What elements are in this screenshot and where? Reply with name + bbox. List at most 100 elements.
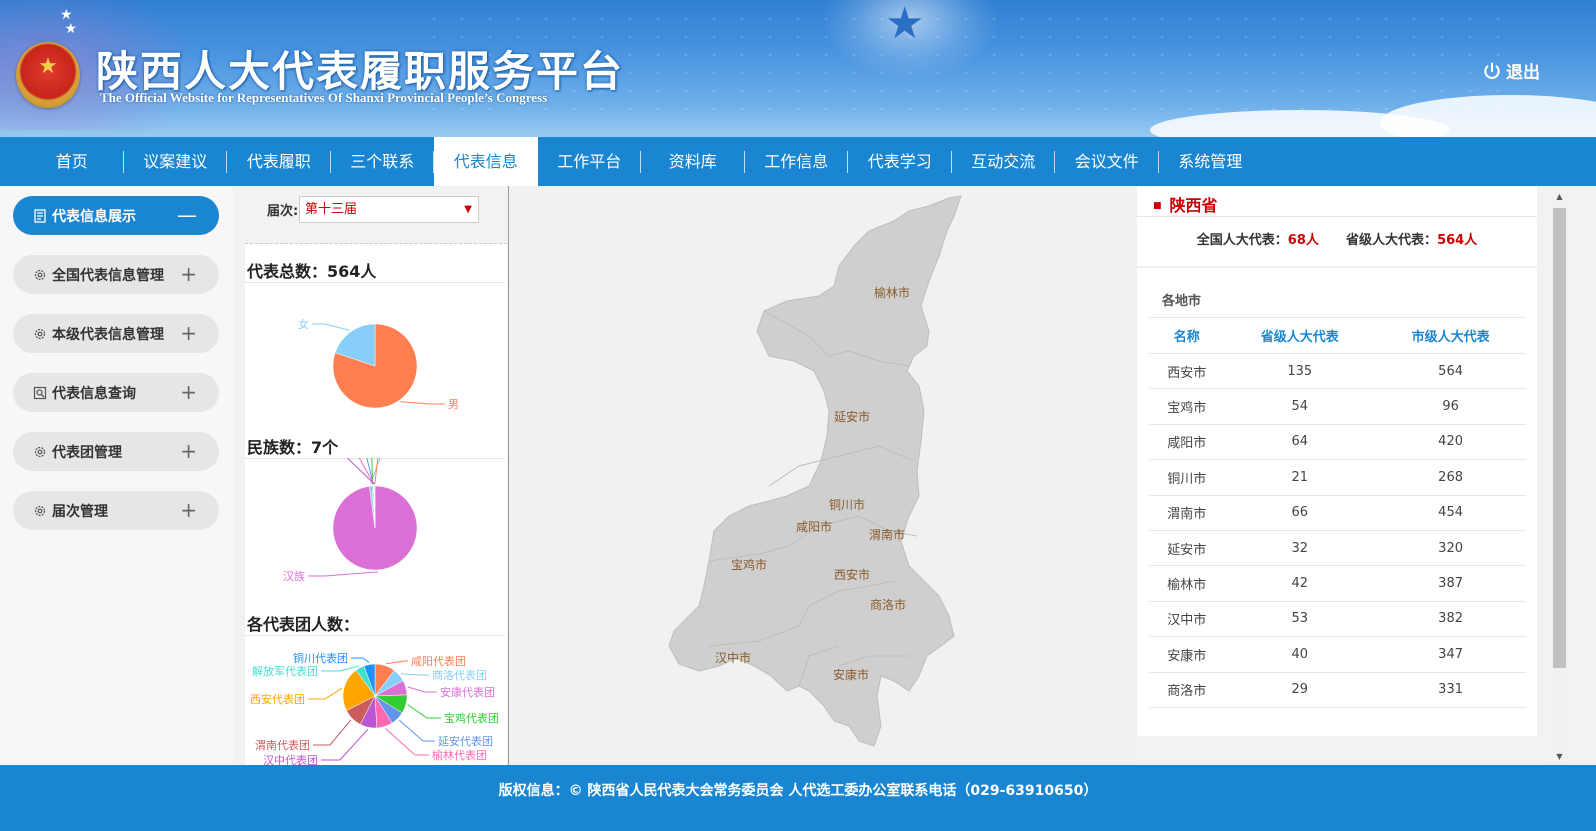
nav-item[interactable]: 工作平台 (538, 137, 642, 186)
table-cell: 347 (1375, 636, 1526, 673)
pie-label-line (407, 686, 437, 693)
pie-label: 解放军代表团 (252, 664, 318, 678)
table-row: 西安市 135 564 (1149, 353, 1526, 390)
expand-icon[interactable]: + (180, 264, 197, 284)
stats-panel: 届次: 第十三届 ▼ 代表总数：564人 男女 民族数：7个 汉族回族满族维吾尔… (245, 186, 507, 765)
ethnic-count-heading: 民族数：7个 (247, 438, 339, 457)
pie-label-line (385, 660, 408, 665)
table-cell: 54 (1224, 388, 1376, 425)
table-cell: 40 (1224, 636, 1376, 673)
map-label[interactable]: 商洛市 (870, 596, 906, 613)
scroll-thumb[interactable] (1553, 208, 1566, 668)
delegation-pie-chart: 咸阳代表团商洛代表团安康代表团宝鸡代表团延安代表团榆林代表团 汉中代表团渭南代表团… (250, 651, 499, 765)
sidebar-item-local-rep-mgmt[interactable]: 本级代表信息管理 + (13, 314, 219, 353)
pie-label-line (308, 571, 378, 577)
sidebar-item-label: 代表信息查询 (52, 385, 136, 402)
sidebar-item-label: 全国代表信息管理 (52, 267, 164, 284)
power-icon (1484, 61, 1500, 79)
table-row: 铜川市 21 268 (1149, 459, 1526, 496)
sidebar-item-national-rep-mgmt[interactable]: 全国代表信息管理 + (13, 255, 219, 294)
pie-label: 渭南代表团 (255, 738, 310, 752)
logout-label: 退出 (1506, 63, 1540, 83)
national-emblem-logo: ★ (16, 42, 80, 108)
nav-item[interactable]: 代表学习 (848, 137, 952, 186)
nav-item[interactable]: 资料库 (641, 137, 745, 186)
nav-item[interactable]: 系统管理 (1159, 137, 1263, 186)
sidebar-item-rep-info-display[interactable]: 代表信息展示 — (13, 196, 219, 235)
session-filter: 届次: 第十三届 ▼ (245, 186, 507, 244)
table-cell: 268 (1375, 459, 1526, 496)
nav-item[interactable]: 代表信息 (434, 137, 538, 186)
table-cell: 咸阳市 (1149, 424, 1225, 461)
session-select-value: 第十三届 (305, 202, 358, 217)
header-banner: ★ ★ ★ ★ 陕西人大代表履职服务平台 The Official Websit… (0, 0, 1596, 140)
gender-pie-chart: 男女 (298, 317, 459, 411)
logout-button[interactable]: 退出 (1482, 58, 1540, 83)
footer: 版权信息：© 陕西省人民代表大会常务委员会 人代选工委办公室联系电话（029-6… (0, 765, 1596, 831)
table-row: 榆林市 42 387 (1149, 565, 1526, 602)
scroll-up-icon[interactable]: ▲ (1551, 192, 1568, 201)
expand-icon[interactable]: + (180, 441, 197, 461)
sidebar-item-label: 届次管理 (52, 503, 108, 520)
pie-label-line (312, 323, 350, 331)
table-cell: 42 (1224, 565, 1376, 602)
table-row: 延安市 32 320 (1149, 530, 1526, 567)
table-cell: 454 (1375, 495, 1526, 531)
table-cell: 96 (1375, 388, 1526, 425)
map-label[interactable]: 宝鸡市 (731, 556, 767, 573)
table-cell: 榆林市 (1149, 565, 1225, 602)
map-label[interactable]: 铜川市 (829, 496, 865, 513)
map-label[interactable]: 渭南市 (869, 526, 905, 543)
map-label[interactable]: 榆林市 (874, 284, 910, 301)
pie-label-line (400, 401, 445, 405)
session-label: 届次: (267, 204, 299, 219)
nav-item[interactable]: 首页 (20, 137, 124, 186)
main-nav: 首页 议案建议 代表履职 三个联系 代表信息 工作平台 资料库 工作信息 代表学习 互动交流 会议文… (0, 137, 1596, 186)
table-cell: 渭南市 (1149, 495, 1225, 531)
nav-item[interactable]: 三个联系 (331, 137, 435, 186)
collapse-icon[interactable]: — (177, 205, 197, 225)
session-select[interactable]: 第十三届 ▼ (299, 196, 479, 223)
scroll-down-icon[interactable]: ▼ (1551, 752, 1568, 761)
expand-icon[interactable]: + (180, 382, 197, 402)
map-label[interactable]: 安康市 (833, 666, 869, 683)
chevron-down-icon: ▼ (464, 204, 472, 215)
expand-icon[interactable]: + (180, 323, 197, 343)
pie-label-line (374, 458, 379, 485)
pie-label-line (313, 719, 352, 746)
sidebar-item-session-mgmt[interactable]: 届次管理 + (13, 491, 219, 530)
nav-item[interactable]: 议案建议 (124, 137, 228, 186)
table-row: 安康市 40 347 (1149, 636, 1526, 673)
sidebar-item-rep-query[interactable]: 代表信息查询 + (13, 373, 219, 412)
nav-item[interactable]: 工作信息 (745, 137, 849, 186)
table-row: 渭南市 66 454 (1149, 495, 1526, 531)
delegation-heading: 各代表团人数： (247, 615, 360, 634)
site-subtitle: The Official Website for Representatives… (100, 90, 548, 105)
shaanxi-map-shape[interactable] (509, 186, 1137, 765)
nav-item[interactable]: 互动交流 (952, 137, 1056, 186)
divider (245, 635, 505, 636)
gear-icon (33, 327, 47, 341)
nav-item[interactable]: 代表履职 (227, 137, 331, 186)
sidebar-item-delegation-mgmt[interactable]: 代表团管理 + (13, 432, 219, 471)
map-label[interactable]: 西安市 (834, 566, 870, 583)
table-cell: 汉中市 (1149, 601, 1225, 638)
nav-item[interactable]: 会议文件 (1055, 137, 1159, 186)
pie-label-line (366, 458, 374, 485)
map-label[interactable]: 延安市 (834, 408, 870, 425)
table-cell: 387 (1375, 565, 1526, 602)
table-cell: 32 (1224, 530, 1376, 567)
expand-icon[interactable]: + (180, 500, 197, 520)
national-rep-label: 全国人大代表： (1196, 233, 1288, 248)
table-cell: 宝鸡市 (1149, 388, 1225, 425)
provincial-rep-value: 564人 (1437, 233, 1478, 248)
pie-label-line (385, 728, 429, 756)
divider (245, 282, 505, 283)
gear-icon (33, 504, 47, 518)
map-label[interactable]: 咸阳市 (796, 518, 832, 535)
map-label[interactable]: 汉中市 (715, 649, 751, 666)
page-scrollbar[interactable]: ▲ ▼ (1551, 186, 1568, 765)
table-cell: 安康市 (1149, 636, 1225, 673)
sidebar: 代表信息展示 — 全国代表信息管理 + 本级代表信息管理 + 代表信息查询 + … (0, 186, 233, 765)
copyright-text: 版权信息：© 陕西省人民代表大会常务委员会 人代选工委办公室联系电话（029-6… (498, 783, 1098, 799)
